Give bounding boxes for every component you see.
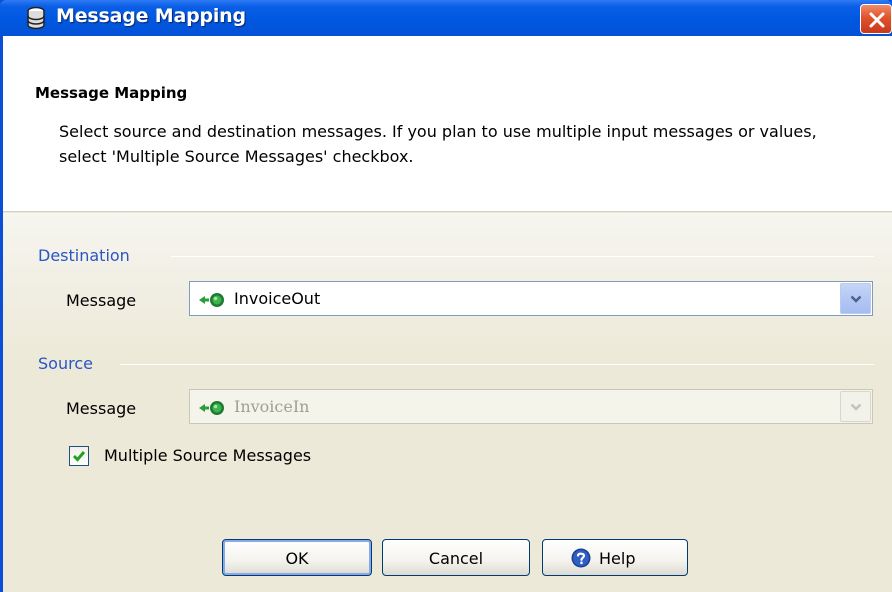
checkmark-icon (72, 451, 86, 462)
multiple-source-checkbox[interactable] (69, 446, 89, 466)
header-banner: Message Mapping Select source and destin… (3, 36, 892, 212)
message-icon (199, 401, 224, 415)
destination-section-heading: Destination (38, 246, 130, 265)
ok-button-label: OK (285, 549, 309, 568)
source-section-heading: Source (38, 354, 93, 373)
banner-title: Message Mapping (35, 84, 188, 102)
help-icon (571, 548, 591, 568)
dialog-window: Message Mapping Message Mapping Select s… (0, 0, 892, 592)
destination-message-value: InvoiceOut (234, 289, 321, 308)
destination-message-label: Message (66, 291, 137, 310)
cancel-button-label: Cancel (428, 549, 484, 568)
help-button-label: Help (599, 549, 636, 568)
message-icon (199, 293, 224, 307)
source-message-select[interactable]: InvoiceIn (189, 389, 873, 424)
banner-description: Select source and destination messages. … (59, 122, 817, 166)
ok-button[interactable]: OK (222, 539, 372, 576)
multiple-source-label[interactable]: Multiple Source Messages (104, 446, 311, 465)
close-button[interactable] (860, 4, 892, 34)
database-icon (27, 6, 45, 30)
source-message-value: InvoiceIn (234, 397, 310, 416)
chevron-down-icon (850, 403, 862, 411)
source-dropdown-button[interactable] (840, 391, 871, 422)
chevron-down-icon (850, 295, 862, 303)
help-button[interactable]: Help (542, 539, 688, 576)
window-title: Message Mapping (56, 5, 246, 27)
cancel-button[interactable]: Cancel (382, 539, 530, 576)
source-message-label: Message (66, 399, 137, 418)
destination-divider (171, 256, 874, 257)
title-bar[interactable]: Message Mapping (0, 0, 892, 36)
destination-message-select[interactable]: InvoiceOut (189, 281, 873, 316)
close-icon (869, 12, 885, 28)
source-divider (120, 364, 874, 365)
destination-dropdown-button[interactable] (840, 283, 871, 314)
